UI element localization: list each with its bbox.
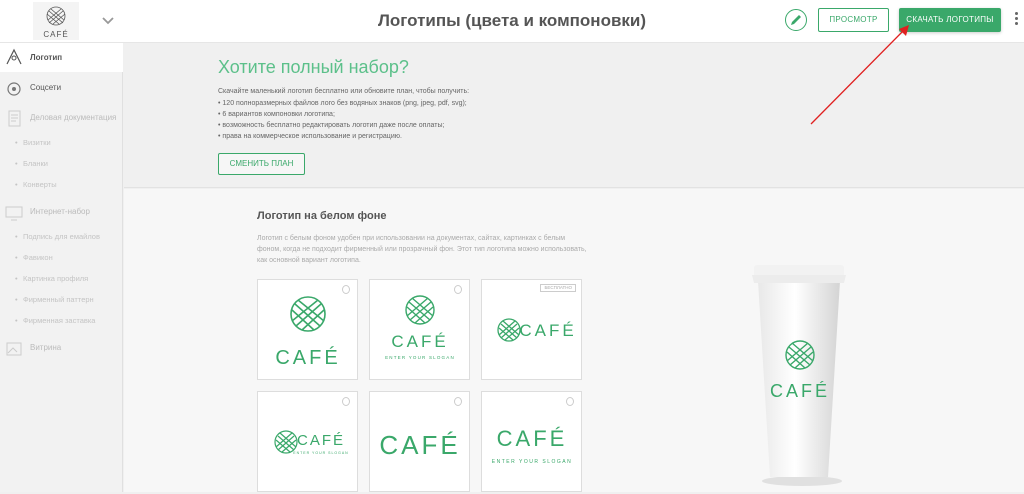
annotation-arrow: [810, 25, 909, 125]
sidebar-subitem[interactable]: Визитки: [15, 138, 51, 147]
sidebar-item-label: Интернет-набор: [30, 207, 90, 216]
monitor-icon: [4, 203, 24, 223]
logo-variant-card[interactable]: CAFÉ: [257, 279, 358, 380]
sidebar-subitem[interactable]: Фирменный паттерн: [15, 295, 94, 304]
benefit-item: возможность бесплатно редактировать лого…: [218, 120, 467, 131]
sidebar-subitem[interactable]: Фавикон: [15, 253, 53, 262]
gear-network-icon: [4, 79, 24, 99]
document-icon: [4, 109, 24, 129]
logo-variant-card[interactable]: CAFÉ ENTER YOUR SLOGAN: [481, 391, 582, 492]
sidebar-item-label: Соцсети: [30, 83, 62, 92]
svg-text:CAFÉ: CAFÉ: [275, 346, 340, 369]
logo-variant-card[interactable]: CAFÉ ENTER YOUR SLOGAN: [369, 279, 470, 380]
logo-variants-section: Логотип на белом фоне Логотип с белым фо…: [124, 189, 1024, 492]
upsell-title: Хотите полный набор?: [218, 57, 409, 77]
sidebar-item-docs[interactable]: Деловая документация: [0, 109, 123, 129]
sidebar-item-social[interactable]: Соцсети: [0, 79, 123, 99]
pen-tool-icon: [4, 47, 24, 67]
svg-text:CAFÉ: CAFÉ: [297, 432, 345, 449]
sidebar-item-logo[interactable]: Логотип: [0, 43, 123, 72]
change-plan-button[interactable]: СМЕНИТЬ ПЛАН: [218, 153, 305, 175]
logo-variant-card[interactable]: БЕСПЛАТНО CAFÉ: [481, 279, 582, 380]
more-vertical-icon[interactable]: [1015, 12, 1019, 28]
svg-text:CAFÉ: CAFÉ: [497, 426, 568, 451]
sidebar-subitem[interactable]: Бланки: [15, 159, 48, 168]
coffee-cup-mockup: CAFÉ: [744, 259, 854, 489]
pencil-icon: [791, 15, 801, 25]
sidebar-item-showcase[interactable]: Витрина: [0, 339, 123, 359]
sidebar-subitem[interactable]: Фирменная заставка: [15, 316, 96, 325]
benefit-item: 6 вариантов компоновки логотипа;: [218, 109, 467, 120]
sidebar-item-web[interactable]: Интернет-набор: [0, 203, 123, 223]
svg-text:ENTER YOUR SLOGAN: ENTER YOUR SLOGAN: [492, 459, 572, 465]
sidebar-subitem[interactable]: Конверты: [15, 180, 56, 189]
sidebar-item-label: Витрина: [30, 343, 62, 352]
download-logos-button[interactable]: СКАЧАТЬ ЛОГОТИПЫ: [899, 8, 1001, 32]
svg-text:CAFÉ: CAFÉ: [519, 321, 576, 340]
svg-text:CAFÉ: CAFÉ: [43, 30, 68, 39]
benefit-item: 120 полноразмерных файлов лого без водян…: [218, 98, 466, 109]
svg-text:CAFÉ: CAFÉ: [391, 332, 448, 351]
edit-button[interactable]: [785, 9, 807, 31]
logo-variant-card[interactable]: CAFÉ ENTER YOUR SLOGAN: [257, 391, 358, 492]
sidebar-item-label: Деловая документация: [30, 113, 117, 122]
svg-text:CAFÉ: CAFÉ: [770, 381, 830, 401]
svg-text:ENTER YOUR SLOGAN: ENTER YOUR SLOGAN: [293, 451, 348, 455]
logo-variant-card[interactable]: CAFÉ: [369, 391, 470, 492]
sidebar-subitem[interactable]: Картинка профиля: [15, 274, 88, 283]
svg-text:CAFÉ: CAFÉ: [379, 430, 460, 460]
sidebar-item-label: Логотип: [30, 53, 63, 62]
upsell-intro: Скачайте маленький логотип бесплатно или…: [218, 88, 470, 95]
sidebar: Логотип Соцсети Деловая документация Виз…: [0, 43, 123, 492]
image-frame-icon: [4, 339, 24, 359]
sidebar-subitem[interactable]: Подпись для емайлов: [15, 232, 100, 241]
section-description: Логотип с белым фоном удобен при использ…: [257, 235, 587, 264]
benefit-item: права на коммерческое использование и ре…: [218, 131, 467, 142]
svg-text:ENTER YOUR SLOGAN: ENTER YOUR SLOGAN: [385, 355, 455, 360]
upsell-benefits: 120 полноразмерных файлов лого без водян…: [218, 98, 467, 142]
section-title: Логотип на белом фоне: [257, 210, 387, 222]
